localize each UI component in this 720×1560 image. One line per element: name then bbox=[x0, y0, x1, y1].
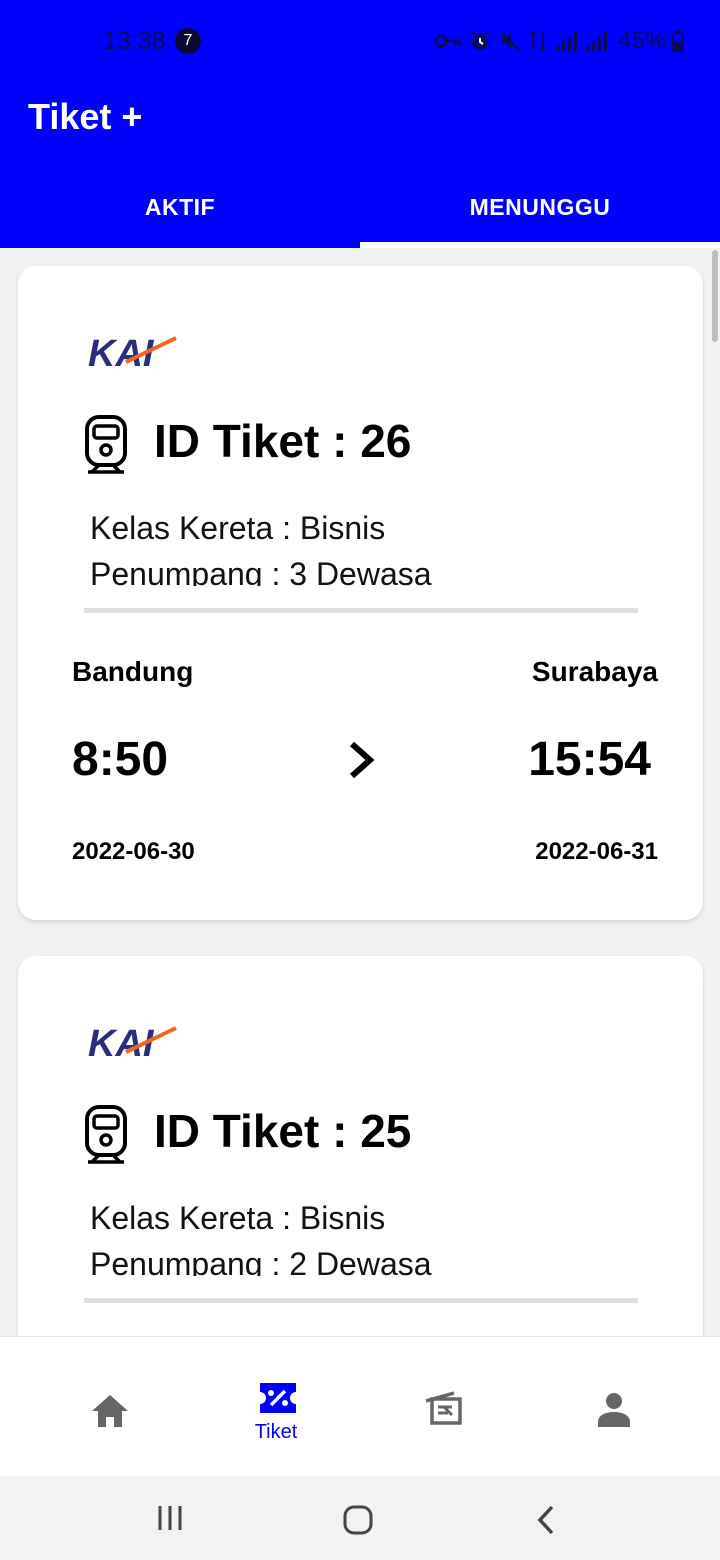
app-title: Tiket + bbox=[28, 96, 143, 137]
bottom-navigation: Tiket bbox=[0, 1336, 720, 1476]
ticket-icon bbox=[260, 1383, 296, 1413]
nav-tiket[interactable]: Tiket bbox=[186, 1337, 366, 1477]
app-bar: 13:38 7 45% Tiket + AKTIF MENUNGGU bbox=[0, 0, 720, 248]
status-icons: 45% bbox=[434, 26, 685, 56]
departure-time: 8:50 bbox=[72, 733, 169, 786]
nav-profile[interactable] bbox=[524, 1337, 704, 1477]
kai-logo: KAI bbox=[88, 333, 177, 374]
train-class: Kelas Kereta : Bisnis bbox=[90, 1200, 386, 1236]
destination-station: Surabaya bbox=[531, 656, 658, 687]
system-navigation-bar bbox=[0, 1476, 720, 1560]
battery-percentage: 45% bbox=[618, 27, 667, 54]
train-class: Kelas Kereta : Bisnis bbox=[90, 510, 386, 546]
divider bbox=[84, 1298, 638, 1303]
tab-aktif[interactable]: AKTIF bbox=[0, 168, 360, 248]
nav-history[interactable] bbox=[352, 1337, 532, 1477]
mute-icon bbox=[500, 31, 520, 51]
ticket-id: ID Tiket : 25 bbox=[154, 1105, 412, 1157]
home-button-icon[interactable] bbox=[342, 1504, 374, 1536]
scrollbar[interactable] bbox=[712, 250, 718, 342]
passenger-count: Penumpang : 3 Dewasa bbox=[90, 556, 432, 586]
alarm-icon bbox=[470, 30, 490, 50]
arrival-time: 15:54 bbox=[528, 733, 651, 786]
history-icon bbox=[425, 1391, 462, 1425]
back-icon[interactable] bbox=[534, 1504, 558, 1536]
vpn-key-icon bbox=[434, 34, 462, 48]
status-bar: 13:38 7 45% bbox=[0, 22, 720, 62]
home-icon bbox=[92, 1395, 128, 1427]
origin-station: Bandung bbox=[72, 656, 194, 687]
ticket-id: ID Tiket : 26 bbox=[154, 415, 412, 467]
battery-icon bbox=[672, 30, 685, 52]
data-4g-icon bbox=[529, 30, 547, 52]
nav-tiket-label: Tiket bbox=[254, 1421, 298, 1443]
tab-indicator bbox=[360, 242, 720, 248]
person-icon bbox=[598, 1393, 630, 1427]
kai-logo: KAI bbox=[88, 1023, 177, 1064]
arrival-date: 2022-06-31 bbox=[535, 838, 658, 865]
recent-apps-icon[interactable] bbox=[156, 1504, 184, 1532]
passenger-count: Penumpang : 2 Dewasa bbox=[90, 1246, 432, 1276]
tab-menunggu[interactable]: MENUNGGU bbox=[360, 168, 720, 248]
ticket-card[interactable]: KAI ID Tiket : 25 Kelas Kereta : Bisnis … bbox=[18, 956, 703, 1376]
status-time: 13:38 bbox=[103, 27, 166, 55]
departure-date: 2022-06-30 bbox=[72, 838, 195, 865]
signal-icon-1 bbox=[556, 32, 577, 51]
signal-icon-2 bbox=[586, 32, 607, 51]
train-icon bbox=[85, 415, 127, 474]
chevron-right-icon bbox=[350, 741, 375, 779]
notification-count-badge: 7 bbox=[175, 28, 201, 54]
nav-home[interactable] bbox=[20, 1337, 200, 1477]
divider bbox=[84, 608, 638, 613]
train-icon bbox=[85, 1105, 127, 1164]
ticket-card[interactable]: KAI ID Tiket : 26 Kelas Kereta : Bisnis … bbox=[18, 266, 703, 920]
